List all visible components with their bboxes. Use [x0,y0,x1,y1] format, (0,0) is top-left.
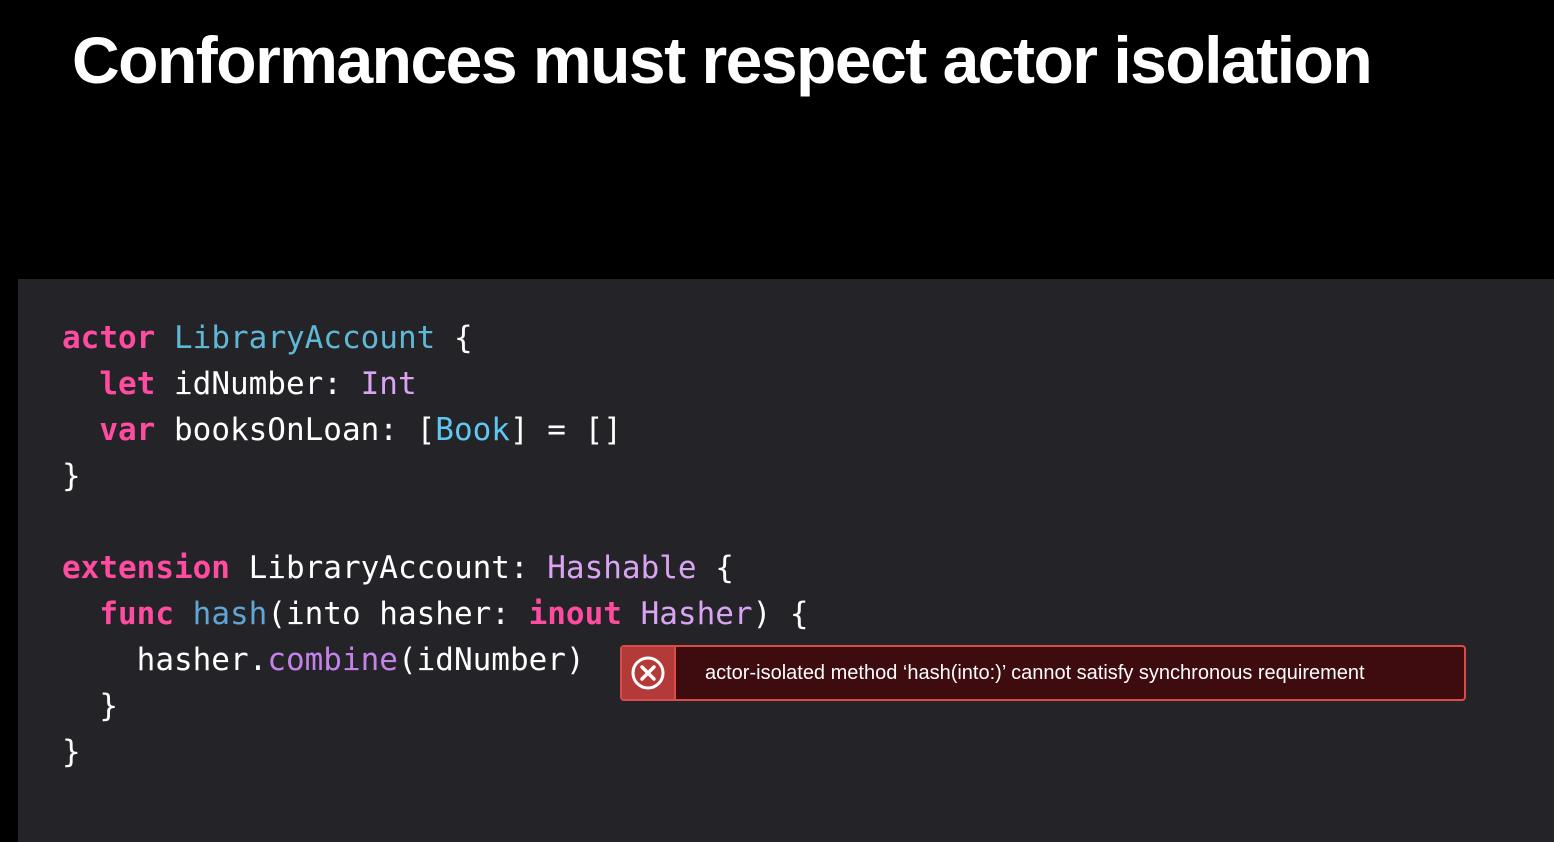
code-token: { [696,550,734,586]
code-token: (idNumber) [397,642,585,678]
code-token: Hashable [547,550,697,586]
code-token: } [62,458,81,494]
code-token: inout [528,596,622,632]
code-token: extension [62,550,230,586]
code-line: extension LibraryAccount: Hashable { [62,545,809,591]
code-token: LibraryAccount [174,320,436,356]
code-token: LibraryAccount: [229,550,548,586]
code-token: (into hasher: [267,596,529,632]
code-token: idNumber: [155,366,361,402]
code-line: actor LibraryAccount { [62,315,809,361]
code-token: hasher. [62,642,268,678]
code-token: } [62,734,81,770]
code-token: ) { [752,596,809,632]
code-token: Book [435,412,510,448]
code-line: } [62,729,809,775]
code-line: func hash(into hasher: inout Hasher) { [62,591,809,637]
code-token: hash [192,596,268,632]
code-token: Int [360,366,417,402]
code-line: } [62,453,809,499]
code-token: actor [62,320,156,356]
code-line: var booksOnLoan: [Book] = [] [62,407,809,453]
code-token: { [435,320,473,356]
code-panel: actor LibraryAccount { let idNumber: Int… [18,279,1554,842]
code-token: ] = [] [509,412,622,448]
error-icon-container [622,647,676,699]
error-x-icon [631,656,665,690]
code-token: Hasher [640,596,753,632]
slide: Conformances must respect actor isolatio… [0,0,1554,842]
code-line: let idNumber: Int [62,361,809,407]
code-block: actor LibraryAccount { let idNumber: Int… [62,315,809,775]
code-token: var [99,412,156,448]
code-token: func [99,596,174,632]
error-banner: actor-isolated method ‘hash(into:)’ cann… [620,645,1466,701]
code-token: booksOnLoan: [ [155,412,436,448]
code-token: } [62,688,118,724]
code-token: combine [267,642,398,678]
error-message: actor-isolated method ‘hash(into:)’ cann… [705,661,1365,684]
slide-title: Conformances must respect actor isolatio… [72,23,1373,97]
code-token: let [99,366,156,402]
